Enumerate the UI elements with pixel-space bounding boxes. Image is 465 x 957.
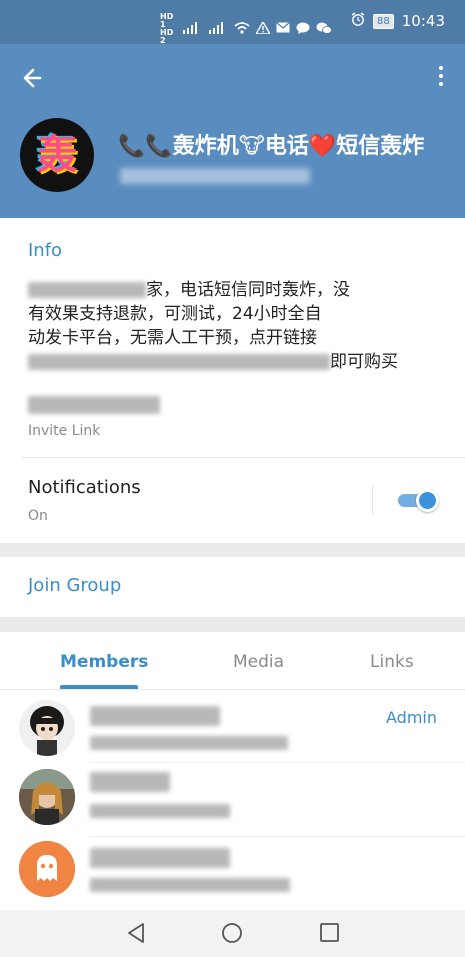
admin-badge: Admin — [386, 708, 437, 727]
tabs-divider — [0, 689, 465, 690]
hd-indicator: HD 1 HD 2 — [160, 13, 176, 45]
member-divider — [90, 762, 465, 763]
mail-icon — [276, 22, 290, 36]
member-status-redacted — [90, 736, 288, 750]
member-name-redacted — [90, 706, 220, 726]
chat-bubble-icon — [296, 22, 310, 37]
hd1-text: HD 1 — [160, 12, 174, 29]
invite-link-redacted[interactable] — [28, 396, 160, 414]
notifications-vertical-divider — [372, 485, 373, 515]
signal-2-icon — [208, 21, 228, 37]
system-nav-bar — [0, 910, 465, 957]
redacted-link[interactable] — [28, 354, 330, 370]
avatar-logo-image: 轰 — [37, 132, 77, 178]
hd2-text: HD 2 — [160, 28, 174, 45]
redacted-text — [28, 282, 146, 298]
group-description: 家，电话短信同时轰炸，没 有效果支持退款，可测试，24小时全自 动发卡平台，无需… — [28, 278, 423, 374]
nav-back-button[interactable] — [126, 922, 146, 948]
warning-icon — [254, 20, 272, 37]
member-avatar — [19, 700, 75, 756]
join-group-button[interactable]: Join Group — [28, 575, 121, 596]
member-row[interactable] — [0, 838, 465, 908]
signal-icon — [182, 21, 202, 37]
description-line-1: 家，电话短信同时轰炸，没 — [28, 278, 423, 302]
info-card: Info 家，电话短信同时轰炸，没 有效果支持退款，可测试，24小时全自 动发卡… — [0, 218, 465, 543]
member-avatar — [19, 841, 75, 897]
member-status-redacted — [90, 804, 230, 818]
toggle-knob — [416, 489, 439, 512]
member-divider — [90, 836, 465, 837]
arrow-left-icon — [23, 68, 42, 88]
nav-home-button[interactable] — [221, 922, 243, 948]
member-row[interactable] — [0, 766, 465, 837]
info-divider — [22, 457, 465, 458]
member-count-redacted — [120, 168, 310, 184]
group-avatar[interactable]: 轰 — [20, 118, 94, 192]
tab-media[interactable]: Media — [233, 652, 284, 672]
nav-recents-button[interactable] — [319, 922, 341, 948]
join-card: Join Group — [0, 557, 465, 617]
description-line-3: 动发卡平台，无需人工干预，点开链接 — [28, 328, 317, 348]
status-right: 88 10:43 — [351, 12, 445, 30]
member-name-redacted — [90, 772, 170, 792]
invite-link-label: Invite Link — [28, 423, 101, 439]
tab-links[interactable]: Links — [370, 652, 414, 672]
wechat-icon — [316, 22, 332, 37]
member-name-redacted — [90, 848, 230, 868]
square-recents-icon — [320, 923, 339, 942]
clock-time: 10:43 — [401, 12, 445, 30]
profile-header: 轰 📞📞轰炸机🐮电话❤️短信轰炸 — [0, 44, 465, 218]
status-bar: HD 1 HD 2 88 10:43 — [0, 0, 465, 45]
description-line-4-text: 即可购买 — [330, 352, 398, 372]
notifications-label: Notifications — [28, 477, 141, 498]
wifi-icon — [234, 21, 250, 37]
info-section-label: Info — [28, 240, 63, 261]
member-status-redacted — [90, 878, 290, 892]
description-line-2: 有效果支持退款，可测试，24小时全自 — [28, 304, 322, 324]
status-icons: HD 1 HD 2 — [160, 13, 332, 45]
description-line-1-text: 家，电话短信同时轰炸，没 — [146, 280, 350, 300]
back-button[interactable] — [20, 64, 48, 92]
notifications-value: On — [28, 508, 48, 524]
notifications-toggle[interactable] — [398, 489, 439, 512]
more-vert-icon — [437, 66, 445, 86]
group-title: 📞📞轰炸机🐮电话❤️短信轰炸 — [118, 134, 425, 159]
triangle-back-icon — [128, 923, 144, 943]
members-card: Members Media Links Admin — [0, 632, 465, 910]
circle-home-icon — [222, 923, 242, 943]
member-avatar — [19, 769, 75, 825]
description-line-4[interactable]: 即可购买 — [28, 350, 423, 374]
alarm-icon — [351, 12, 365, 30]
tab-members[interactable]: Members — [60, 652, 148, 672]
ghost-icon — [19, 841, 75, 897]
battery-indicator: 88 — [373, 13, 394, 29]
member-row[interactable]: Admin — [0, 696, 465, 766]
more-options-button[interactable] — [437, 66, 445, 90]
